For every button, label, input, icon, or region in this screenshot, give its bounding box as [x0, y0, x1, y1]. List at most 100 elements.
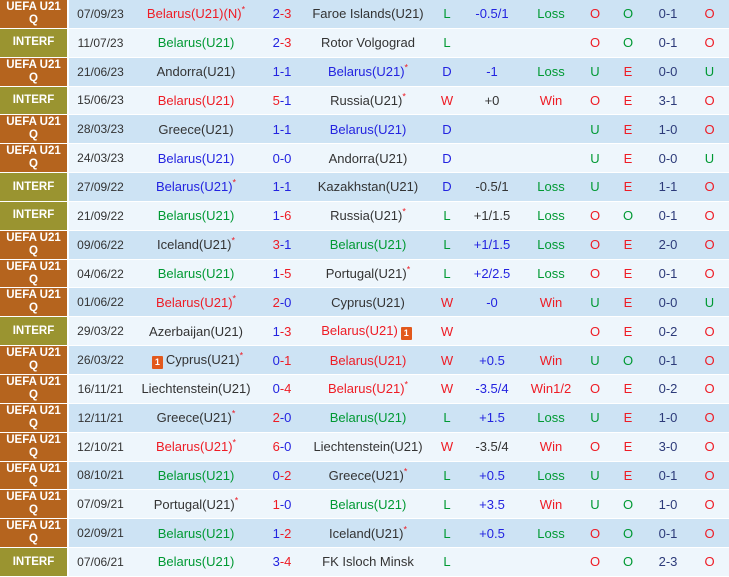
table-row: UEFA U21 Q 21/06/23 Andorra(U21) 1-1 Belarus… [0, 57, 729, 87]
away-team-cell[interactable]: Liechtenstein(U21) [304, 432, 432, 462]
away-team-cell[interactable]: Belarus(U21) 1 [304, 316, 432, 347]
home-team-cell[interactable]: Belarus(U21) [132, 259, 260, 289]
result-letter-cell: D [432, 143, 462, 174]
competition-cell: INTERF [0, 201, 69, 231]
home-team-cell[interactable]: Liechtenstein(U21) [132, 374, 260, 404]
asterisk-marker: * [404, 380, 409, 391]
asterisk-marker: * [232, 293, 237, 304]
over-under-2-cell: O [690, 403, 729, 433]
home-team-cell[interactable]: Portugal(U21)* [132, 489, 260, 520]
away-team-cell[interactable]: Faroe Islands(U21) [304, 0, 432, 29]
fulltime-score-cell: 2-0 [260, 287, 304, 318]
over-under-2-cell: O [690, 432, 729, 462]
competition-cell: UEFA U21 Q [0, 114, 69, 145]
home-team-cell[interactable]: Belarus(U21) [132, 461, 260, 491]
away-team-cell[interactable]: Cyprus(U21) [304, 287, 432, 318]
odd-even-cell: O [610, 28, 646, 58]
over-under-cell: U [580, 143, 610, 174]
home-team-cell[interactable]: 1 Cyprus(U21)* [132, 345, 260, 375]
away-team-name: Belarus(U21) [321, 323, 398, 339]
away-team-cell[interactable]: Belarus(U21) [304, 489, 432, 520]
handicap-cell: +1.5 [462, 403, 522, 433]
asterisk-marker: * [231, 235, 235, 246]
competition-cell: INTERF [0, 547, 69, 577]
away-team-cell[interactable]: Belarus(U21) [304, 114, 432, 145]
home-team-name: Belarus(U21) [157, 554, 235, 570]
date-cell: 07/09/23 [68, 0, 132, 29]
home-team-name: Belarus(U21) [157, 150, 235, 166]
result-letter-cell: L [432, 28, 462, 58]
away-team-cell[interactable]: Russia(U21)* [304, 86, 432, 116]
away-team-cell[interactable]: Russia(U21)* [304, 201, 432, 231]
odd-even-cell: E [610, 403, 646, 433]
over-under-2-cell: O [690, 547, 729, 577]
home-team-cell[interactable]: Belarus(U21)* [132, 172, 260, 202]
away-team-cell[interactable]: Rotor Volgograd [304, 28, 432, 58]
over-under-2-cell: O [690, 259, 729, 289]
away-team-cell[interactable]: Belarus(U21) [304, 230, 432, 260]
match-history-table: UEFA U21 Q 07/09/23 Belarus(U21)(N)* 2-3 Far… [0, 0, 729, 577]
fulltime-score-cell: 1-1 [260, 114, 304, 145]
handicap-result-cell: Win [522, 489, 580, 520]
odd-even-cell: O [610, 201, 646, 231]
away-team-cell[interactable]: Belarus(U21)* [304, 57, 432, 87]
away-team-cell[interactable]: Belarus(U21) [304, 345, 432, 375]
fulltime-score-cell: 0-4 [260, 374, 304, 404]
home-team-cell[interactable]: Iceland(U21)* [132, 230, 260, 260]
home-team-cell[interactable]: Belarus(U21) [132, 518, 260, 549]
over-under-cell: O [580, 230, 610, 260]
fulltime-score-cell: 2-0 [260, 403, 304, 433]
date-cell: 08/10/21 [68, 461, 132, 491]
odd-even-cell: E [610, 114, 646, 145]
odd-even-cell: O [610, 547, 646, 577]
away-team-cell[interactable]: Andorra(U21) [304, 143, 432, 174]
home-team-cell[interactable]: Belarus(U21) [132, 547, 260, 577]
away-team-cell[interactable]: Kazakhstan(U21) [304, 172, 432, 202]
handicap-result-cell: Loss [522, 172, 580, 202]
home-team-cell[interactable]: Azerbaijan(U21) [132, 316, 260, 347]
handicap-cell [462, 547, 522, 577]
home-team-cell[interactable]: Belarus(U21)(N)* [132, 0, 260, 29]
table-row: INTERF 21/09/22 Belarus(U21) 1-6 Russia(U21)… [0, 201, 729, 231]
home-team-cell[interactable]: Greece(U21)* [132, 403, 260, 433]
date-cell: 12/10/21 [68, 432, 132, 462]
home-team-cell[interactable]: Andorra(U21) [132, 57, 260, 87]
handicap-cell [462, 143, 522, 174]
over-under-cell: U [580, 403, 610, 433]
home-team-cell[interactable]: Belarus(U21) [132, 201, 260, 231]
table-row: UEFA U21 Q 08/10/21 Belarus(U21) 0-2 Greece(… [0, 461, 729, 491]
over-under-2-cell: O [690, 0, 729, 29]
odd-even-cell: O [610, 489, 646, 520]
result-letter-cell: L [432, 201, 462, 231]
fulltime-score-cell: 2-3 [260, 0, 304, 29]
competition-cell: UEFA U21 Q [0, 287, 69, 318]
halftime-score-cell: 0-1 [646, 518, 690, 549]
table-row: UEFA U21 Q 04/06/22 Belarus(U21) 1-5 Portuga… [0, 259, 729, 289]
away-team-cell[interactable]: Greece(U21)* [304, 461, 432, 491]
over-under-2-cell: O [690, 461, 729, 491]
halftime-score-cell: 1-0 [646, 114, 690, 145]
home-team-cell[interactable]: Belarus(U21)* [132, 287, 260, 318]
handicap-result-cell [522, 143, 580, 174]
over-under-cell: O [580, 374, 610, 404]
home-team-cell[interactable]: Belarus(U21) [132, 28, 260, 58]
away-team-cell[interactable]: Iceland(U21)* [304, 518, 432, 549]
handicap-result-cell: Loss [522, 57, 580, 87]
away-team-cell[interactable]: Portugal(U21)* [304, 259, 432, 289]
odd-even-cell: E [610, 143, 646, 174]
away-team-cell[interactable]: Belarus(U21) [304, 403, 432, 433]
over-under-cell: O [580, 0, 610, 29]
date-cell: 15/06/23 [68, 86, 132, 116]
home-team-cell[interactable]: Belarus(U21) [132, 86, 260, 116]
handicap-cell: -1 [462, 57, 522, 87]
handicap-result-cell: Loss [522, 403, 580, 433]
halftime-score-cell: 1-1 [646, 172, 690, 202]
home-team-cell[interactable]: Belarus(U21) [132, 143, 260, 174]
away-team-cell[interactable]: FK Isloch Minsk [304, 547, 432, 577]
over-under-2-cell: O [690, 518, 729, 549]
home-team-cell[interactable]: Greece(U21) [132, 114, 260, 145]
red-card-icon: 1 [151, 356, 163, 370]
home-team-cell[interactable]: Belarus(U21)* [132, 432, 260, 462]
away-team-cell[interactable]: Belarus(U21)* [304, 374, 432, 404]
over-under-2-cell: O [690, 316, 729, 347]
